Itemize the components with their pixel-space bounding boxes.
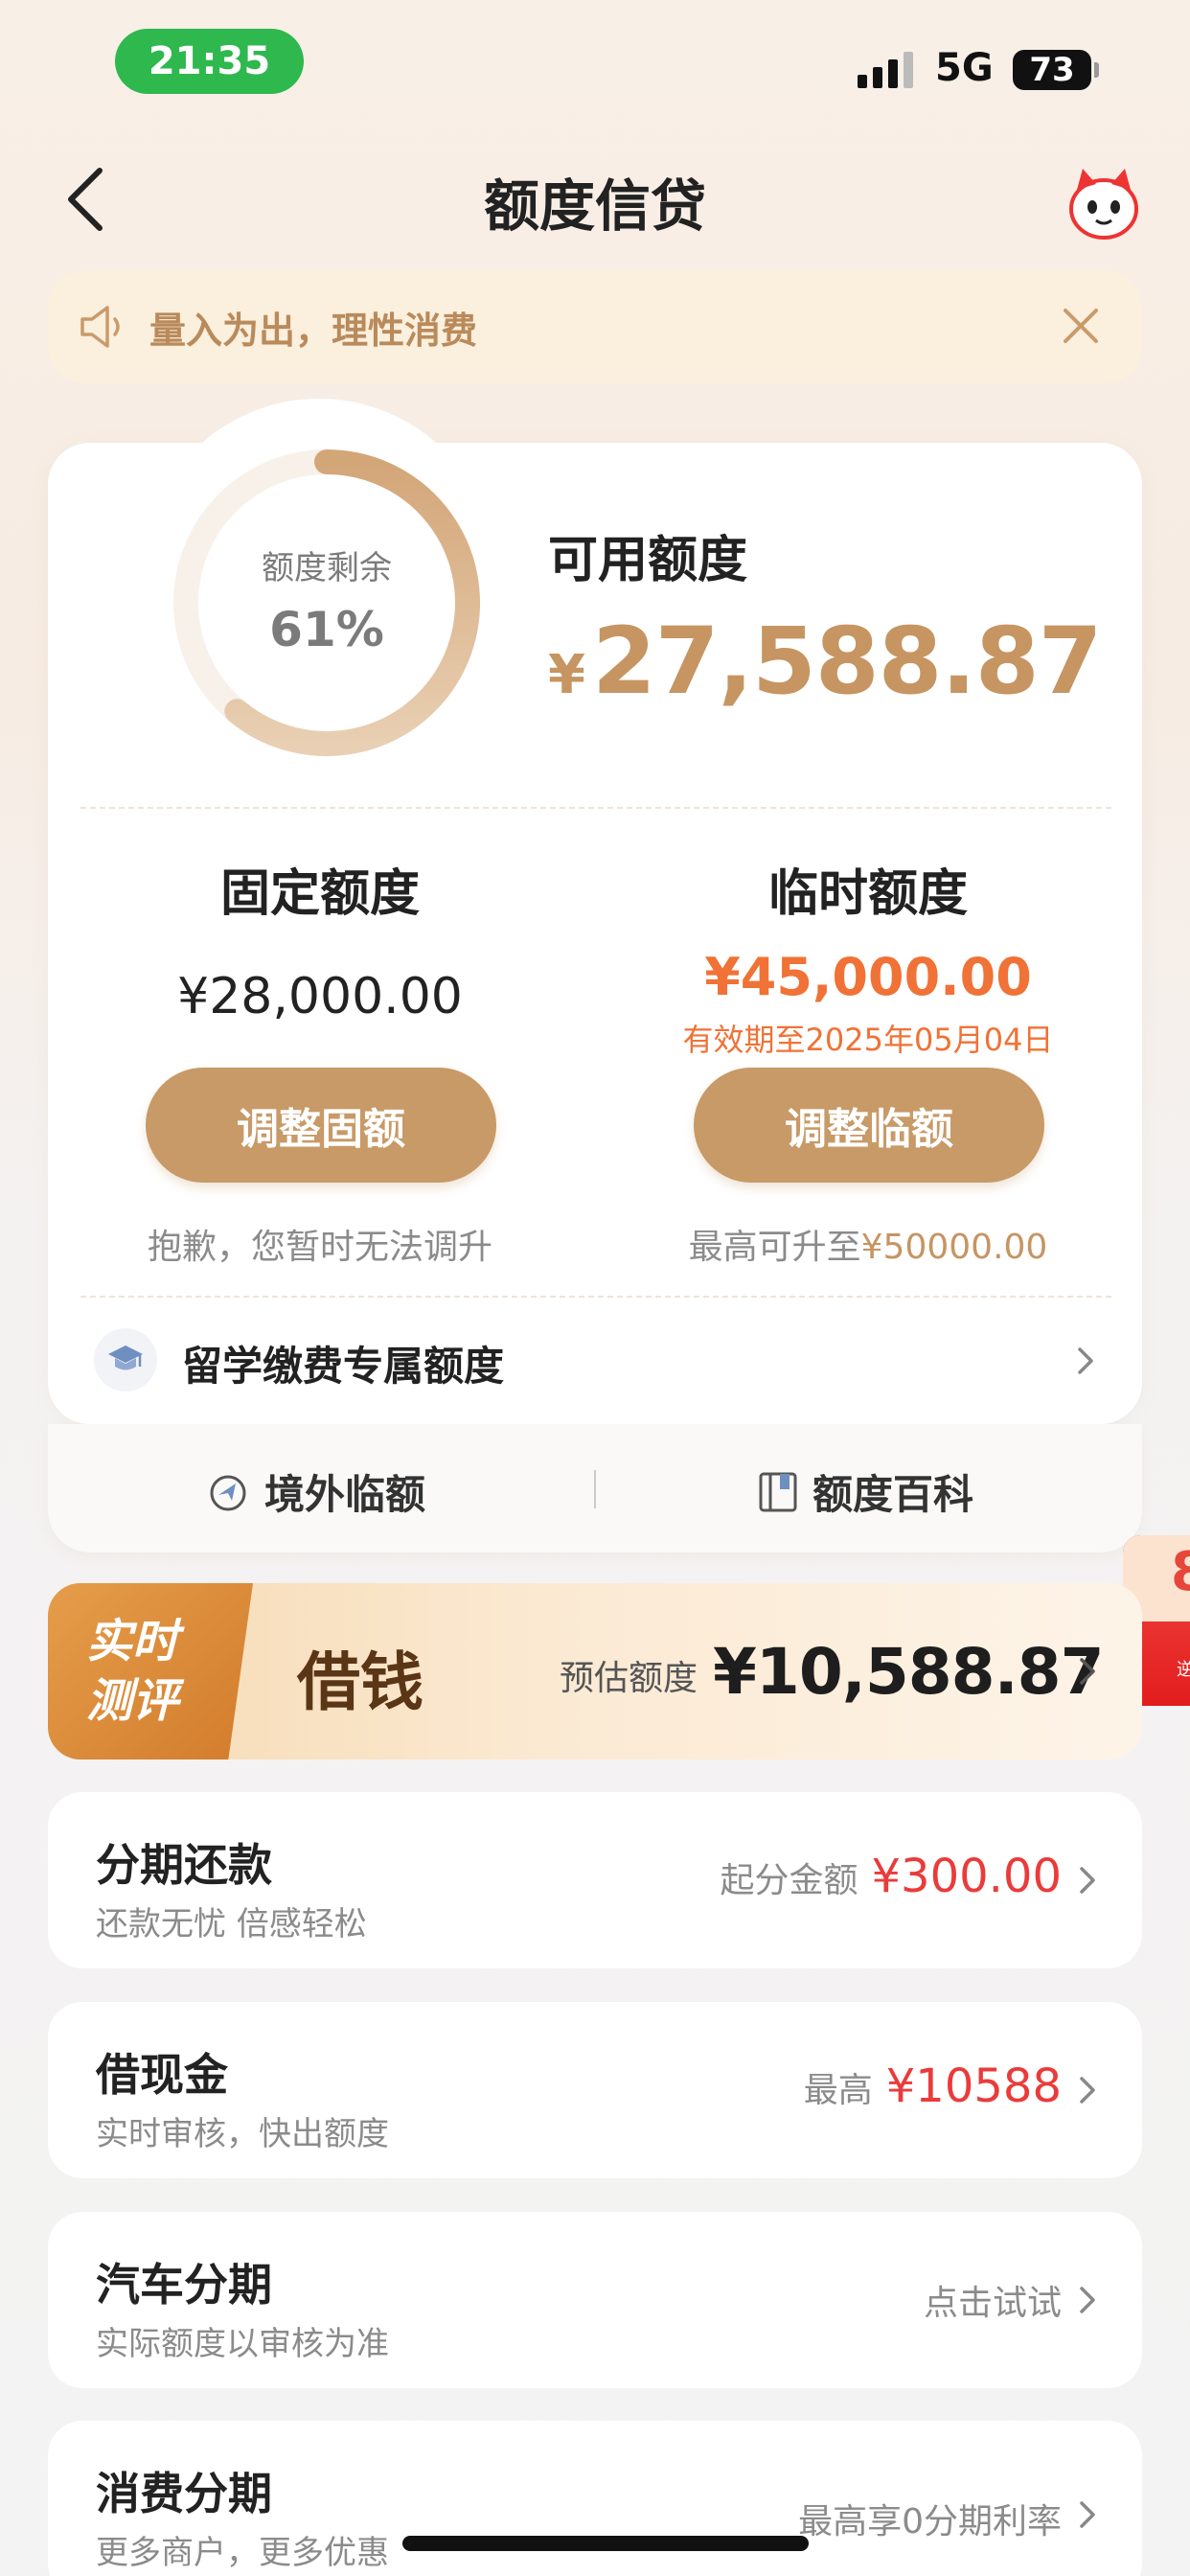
ring-percent: 61% — [269, 602, 384, 657]
list-item-right-label: 点击试试 — [923, 2284, 1062, 2323]
tab-wiki-label: 额度百科 — [812, 1471, 974, 1518]
chevron-right-icon — [1080, 2287, 1095, 2313]
battery-icon: 73 — [1013, 50, 1099, 90]
list-item-title: 分期还款 — [96, 1839, 272, 1891]
list-item-consumer-installment[interactable]: 消费分期 更多商户，更多优惠 最高享0分期利率 — [48, 2421, 1142, 2576]
book-icon — [759, 1472, 797, 1511]
list-item-right: 起分金额 ¥300.00 — [720, 1850, 1062, 1903]
temp-hint-value: ¥50000.00 — [860, 1228, 1048, 1267]
list-item-title: 消费分期 — [96, 2468, 272, 2519]
tab-wiki[interactable]: 额度百科 — [757, 1462, 973, 1521]
chevron-right-icon — [1080, 2501, 1095, 2528]
study-abroad-label: 留学缴费专属额度 — [182, 1343, 505, 1390]
estimate-label: 预估额度 — [560, 1659, 698, 1698]
home-indicator — [402, 2536, 809, 2551]
mascot-icon[interactable] — [1064, 163, 1144, 243]
network-label: 5G — [935, 46, 994, 90]
list-item-subtitle: 实时审核，快出额度 — [96, 2115, 389, 2153]
list-item-installment-repay[interactable]: 分期还款 还款无忧 倍感轻松 起分金额 ¥300.00 — [48, 1792, 1142, 1968]
fixed-hint: 抱歉，您暂时无法调升 — [147, 1228, 492, 1267]
adjust-fixed-button[interactable]: 调整固额 — [146, 1068, 496, 1183]
fixed-title: 固定额度 — [219, 865, 420, 923]
temp-amount: ¥45,000.00 — [704, 947, 1032, 1007]
page-title: 额度信贷 — [483, 173, 706, 239]
divider — [80, 1296, 1111, 1298]
chevron-right-icon — [1080, 1658, 1095, 1685]
list-item-cash-loan[interactable]: 借现金 实时审核，快出额度 最高 ¥10588 — [48, 2002, 1142, 2178]
list-item-subtitle: 更多商户，更多优惠 — [96, 2534, 389, 2572]
available-label: 可用额度 — [548, 532, 748, 589]
available-value: 27,588.87 — [591, 608, 1103, 715]
list-item-right-label: 最高享0分期利率 — [798, 2502, 1062, 2542]
close-icon[interactable] — [1060, 305, 1102, 347]
tab-overseas-label: 境外临额 — [264, 1471, 426, 1518]
temp-hint: 最高可升至¥50000.00 — [629, 1219, 1108, 1269]
list-item-right-value: ¥300.00 — [871, 1850, 1063, 1903]
fixed-amount: ¥28,000.00 — [177, 968, 463, 1025]
chevron-right-icon — [1080, 1867, 1095, 1894]
available-amount: ¥27,588.87 — [548, 608, 1103, 715]
realtime-eval-badge: 实时 测评 — [48, 1583, 253, 1760]
red-packet-text: 逆 — [1177, 1660, 1190, 1680]
list-item-right-label: 起分金额 — [720, 1861, 858, 1900]
chevron-right-icon — [1080, 2077, 1095, 2104]
tab-divider — [594, 1470, 596, 1508]
temp-validity: 有效期至2025年05月04日 — [682, 1022, 1054, 1058]
ring-label: 额度剩余 — [262, 549, 392, 587]
study-abroad-row[interactable]: 留学缴费专属额度 — [48, 1319, 1142, 1403]
list-item-car-installment[interactable]: 汽车分期 实际额度以审核为准 点击试试 — [48, 2212, 1142, 2388]
graduation-cap-icon — [94, 1328, 157, 1392]
signal-icon — [858, 52, 913, 88]
plane-globe-icon — [210, 1475, 246, 1510]
currency-symbol: ¥ — [548, 644, 585, 706]
list-item-subtitle: 还款无忧 倍感轻松 — [96, 1905, 367, 1944]
list-item-title: 汽车分期 — [96, 2259, 272, 2311]
list-item-subtitle: 实际额度以审核为准 — [96, 2325, 389, 2363]
list-item-right: 最高享0分期利率 — [798, 2494, 1062, 2543]
status-time: 21:35 — [115, 29, 304, 94]
chevron-right-icon — [1078, 1347, 1093, 1374]
borrow-banner[interactable]: 实时 测评 借钱 预估额度 ¥10,588.87 — [48, 1583, 1142, 1760]
tab-overseas[interactable]: 境外临额 — [207, 1462, 425, 1521]
speaker-icon — [80, 306, 120, 348]
list-item-right-value: ¥10588 — [885, 2059, 1062, 2113]
temp-title: 临时额度 — [767, 865, 968, 923]
adjust-temp-button[interactable]: 调整临额 — [694, 1068, 1044, 1183]
red-packet-number: 8 — [1171, 1541, 1190, 1603]
list-item-right: 最高 ¥10588 — [804, 2059, 1062, 2113]
notice-text: 量入为出，理性消费 — [149, 309, 478, 352]
list-item-title: 借现金 — [96, 2049, 228, 2101]
temp-hint-prefix: 最高可升至 — [688, 1228, 861, 1267]
badge-line1: 实时 — [86, 1615, 179, 1668]
estimate-amount: ¥10,588.87 — [713, 1635, 1105, 1709]
badge-line2: 测评 — [86, 1674, 179, 1728]
list-item-right-label: 最高 — [803, 2071, 873, 2110]
divider — [80, 807, 1111, 809]
notice-bar: 量入为出，理性消费 — [48, 270, 1142, 383]
list-item-right: 点击试试 — [924, 2275, 1062, 2325]
card-tabs: 境外临额 额度百科 — [48, 1424, 1142, 1552]
borrow-title: 借钱 — [297, 1644, 423, 1719]
